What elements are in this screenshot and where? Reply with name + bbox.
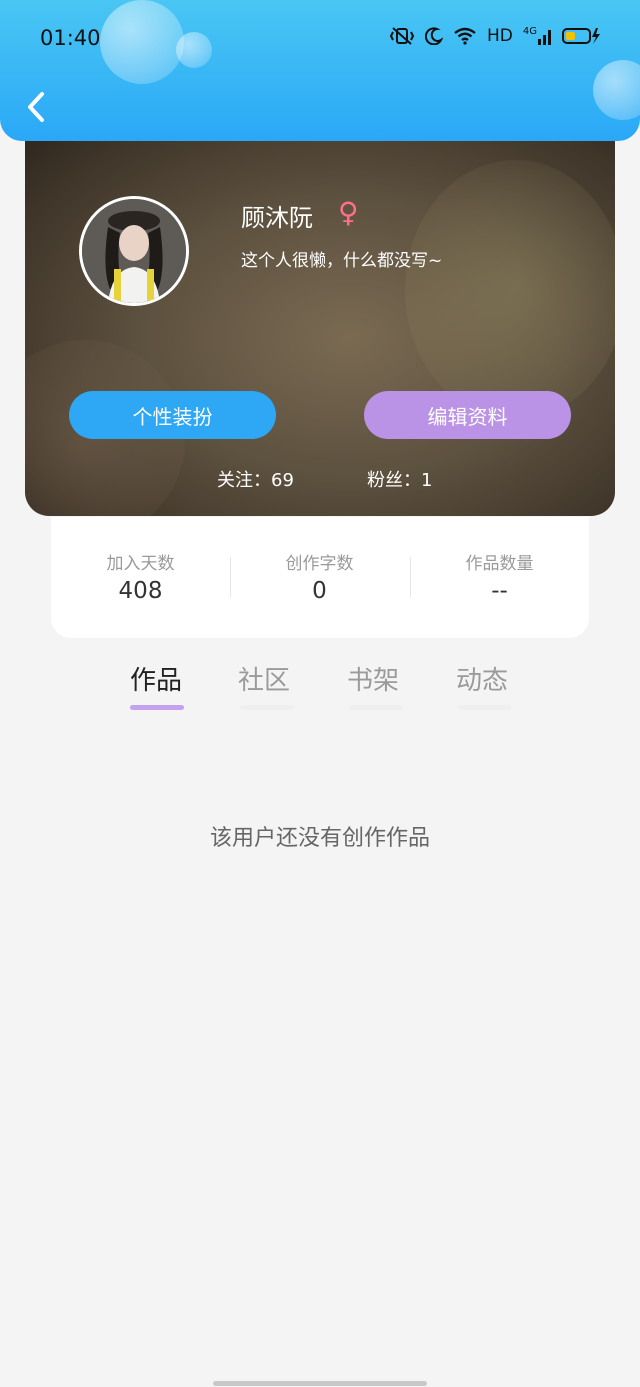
stat-works-count: 作品数量 -- (410, 549, 589, 604)
stats-panel: 加入天数 408 创作字数 0 作品数量 -- (51, 517, 589, 638)
avatar[interactable] (79, 196, 189, 306)
profile-card: 顾沐阮 ♀ 这个人很懒，什么都没写~ 个性装扮 编辑资料 关注：69 粉丝：1 (25, 120, 615, 516)
tab-activity[interactable]: 动态 (456, 660, 508, 697)
avatar-image (82, 199, 186, 303)
home-indicator[interactable] (213, 1381, 427, 1386)
signal-label: 4G (522, 26, 537, 37)
decor-bubble (593, 60, 640, 120)
card-background-blur (405, 160, 615, 420)
fans-count[interactable]: 粉丝：1 (367, 466, 432, 492)
status-icons: HD 4G (389, 26, 602, 46)
user-name: 顾沐阮 (241, 204, 313, 232)
stat-value: 408 (118, 578, 163, 604)
hd-label: HD (487, 26, 513, 46)
tab-indicator-active (130, 705, 184, 710)
empty-state-message: 该用户还没有创作作品 (209, 826, 430, 851)
wifi-icon (453, 27, 477, 45)
personal-style-button[interactable]: 个性装扮 (69, 391, 276, 439)
tab-bookshelf[interactable]: 书架 (347, 660, 399, 697)
stat-join-days: 加入天数 408 (51, 549, 230, 604)
status-time: 01:40 (40, 26, 101, 50)
battery-icon (562, 27, 602, 45)
stat-word-count: 创作字数 0 (230, 549, 409, 604)
female-icon: ♀ (338, 196, 359, 229)
user-bio: 这个人很懒，什么都没写~ (241, 251, 443, 271)
decor-bubble (176, 32, 212, 68)
following-count[interactable]: 关注：69 (217, 466, 294, 492)
stat-label: 作品数量 (465, 554, 534, 574)
signal-icon: 4G (523, 27, 552, 45)
header-bar: 01:40 HD 4G (0, 0, 640, 141)
stat-value: 0 (312, 578, 327, 604)
back-button[interactable] (20, 88, 52, 126)
chevron-left-icon (28, 92, 44, 122)
stat-label: 加入天数 (106, 554, 175, 574)
stat-value: -- (491, 578, 508, 604)
tab-indicator (349, 705, 403, 710)
edit-profile-button[interactable]: 编辑资料 (364, 391, 571, 439)
decor-bubble (100, 0, 184, 84)
tab-indicator (458, 705, 512, 710)
moon-icon (425, 27, 443, 45)
stat-label: 创作字数 (285, 554, 354, 574)
tab-community[interactable]: 社区 (238, 660, 290, 697)
vibrate-icon (389, 26, 415, 46)
tab-works[interactable]: 作品 (130, 660, 182, 697)
tab-indicator (240, 705, 294, 710)
